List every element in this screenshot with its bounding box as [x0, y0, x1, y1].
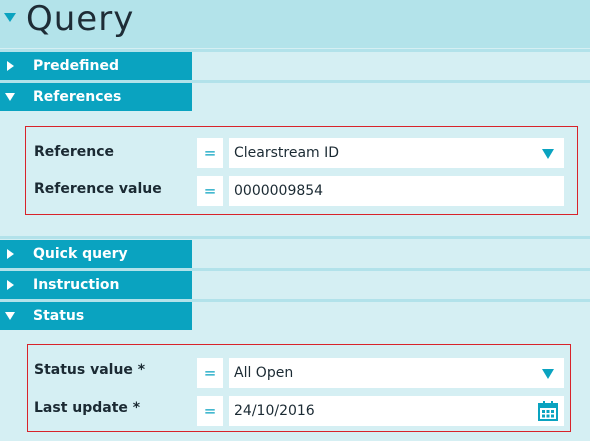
section-label: Status	[33, 308, 85, 324]
calendar-icon[interactable]	[538, 401, 558, 421]
last-update-date-text: 24/10/2016	[234, 403, 315, 419]
expand-triangle-icon	[7, 280, 14, 290]
status-panel: Status value * = All Open Last update * …	[27, 344, 571, 432]
page-title: Query	[26, 0, 135, 39]
reference-value-input[interactable]: 0000009854	[229, 176, 564, 206]
section-label: Quick query	[33, 246, 128, 262]
divider	[0, 236, 590, 239]
collapse-triangle-icon	[5, 93, 15, 101]
status-value-label: Status value *	[34, 362, 146, 378]
section-label: Instruction	[33, 277, 120, 293]
collapse-triangle-icon[interactable]	[4, 13, 16, 22]
last-update-label: Last update *	[34, 400, 141, 416]
status-value-dropdown-value: All Open	[234, 365, 294, 381]
dropdown-arrow-icon	[542, 369, 554, 379]
reference-dropdown[interactable]: Clearstream ID	[229, 138, 564, 168]
last-update-date-input[interactable]: 24/10/2016	[229, 396, 564, 426]
section-instruction[interactable]: Instruction	[0, 271, 192, 299]
collapse-triangle-icon	[5, 312, 15, 320]
references-panel: Reference = Clearstream ID Reference val…	[25, 126, 578, 215]
section-references[interactable]: References	[0, 83, 192, 111]
section-status[interactable]: Status	[0, 302, 192, 330]
expand-triangle-icon	[7, 249, 14, 259]
section-label: Predefined	[33, 58, 120, 74]
page-header: Query	[0, 0, 590, 48]
section-label: References	[33, 89, 122, 105]
section-quick-query[interactable]: Quick query	[0, 240, 192, 268]
status-value-dropdown[interactable]: All Open	[229, 358, 564, 388]
dropdown-arrow-icon	[542, 149, 554, 159]
status-value-operator[interactable]: =	[197, 358, 223, 388]
reference-label: Reference	[34, 144, 115, 160]
reference-value-label: Reference value	[34, 181, 162, 197]
reference-value-text: 0000009854	[234, 183, 324, 199]
reference-dropdown-value: Clearstream ID	[234, 145, 340, 161]
expand-triangle-icon	[7, 61, 14, 71]
reference-operator[interactable]: =	[197, 138, 223, 168]
section-predefined[interactable]: Predefined	[0, 52, 192, 80]
last-update-operator[interactable]: =	[197, 396, 223, 426]
reference-value-operator[interactable]: =	[197, 176, 223, 206]
